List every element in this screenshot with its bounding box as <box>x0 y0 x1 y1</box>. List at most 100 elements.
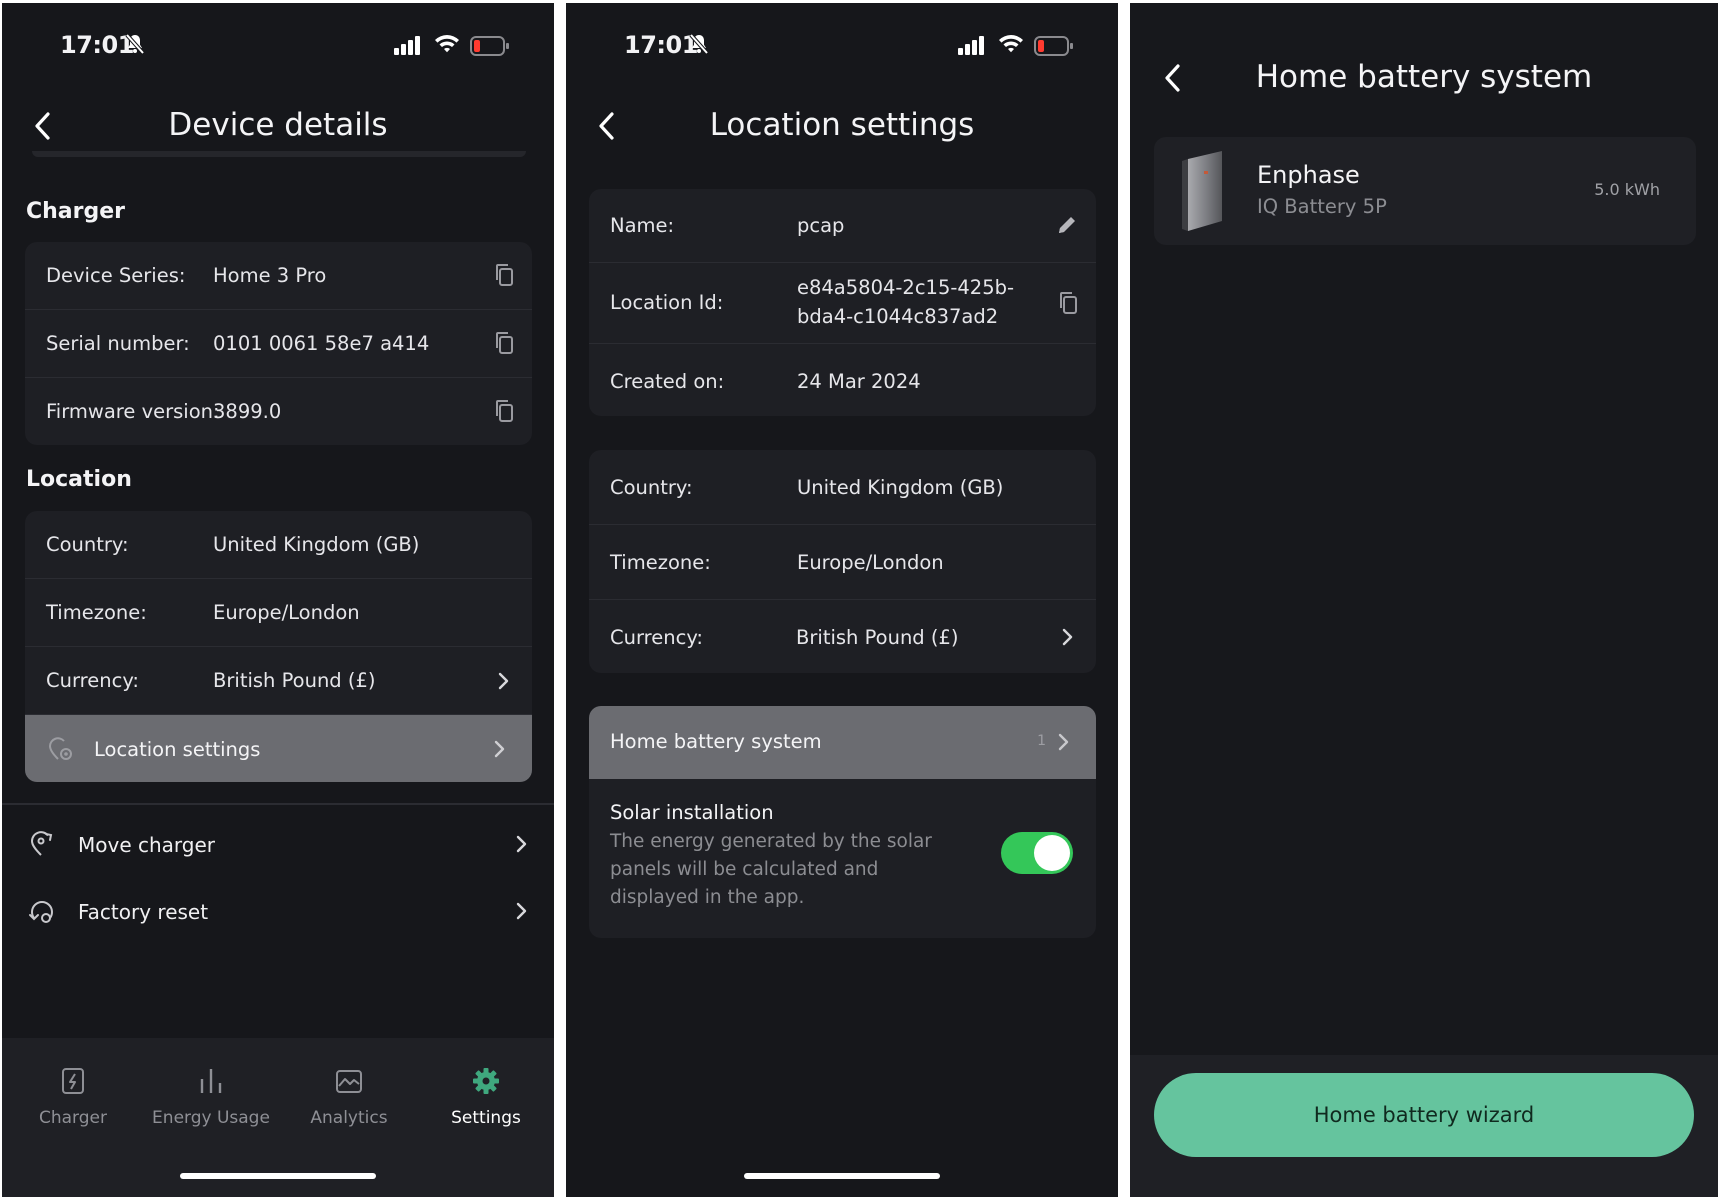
chevron-right-icon <box>1058 733 1069 751</box>
analytics-icon <box>336 1070 362 1093</box>
battery-brand: Enphase <box>1257 161 1360 189</box>
wifi-icon <box>999 35 1023 53</box>
row-value: United Kingdom (GB) <box>213 533 420 556</box>
tab-charger[interactable]: Charger <box>8 1066 138 1128</box>
timezone-row: Timezone: Europe/London <box>25 579 532 647</box>
chevron-right-icon <box>516 835 527 853</box>
row-label: Timezone: <box>46 601 147 624</box>
chevron-right-icon <box>498 672 509 690</box>
row-label: Currency: <box>46 669 140 692</box>
cellular-signal-icon <box>394 36 420 55</box>
page-title: Location settings <box>709 107 975 143</box>
row-label: Country: <box>610 476 693 499</box>
silent-bell-icon <box>125 33 145 55</box>
status-time: 17:01 <box>60 31 134 59</box>
charger-icon <box>62 1068 84 1094</box>
toggle-knob <box>1034 835 1070 871</box>
scrolled-card-edge <box>32 151 526 157</box>
tab-analytics[interactable]: Analytics <box>284 1066 414 1128</box>
serial-number-row: Serial number: 0101 0061 58e7 a414 <box>25 310 532 378</box>
battery-low-icon <box>470 36 509 56</box>
solar-installation-toggle[interactable] <box>1001 832 1073 874</box>
move-charger-row[interactable]: Move charger <box>2 809 554 879</box>
factory-reset-icon <box>29 901 53 923</box>
energy-card: Home battery system 1 Solar installation… <box>589 706 1096 938</box>
tab-settings[interactable]: Settings <box>421 1066 551 1128</box>
location-settings-icon <box>48 737 72 760</box>
battery-low-icon <box>1034 36 1073 56</box>
copy-icon[interactable] <box>494 399 514 423</box>
currency-row[interactable]: Currency: British Pound (£) <box>25 647 532 715</box>
location-id-line2: bda4-c1044c837ad2 <box>797 305 999 328</box>
copy-icon[interactable] <box>494 263 514 287</box>
row-value: United Kingdom (GB) <box>797 476 1004 499</box>
location-id-row: Location Id: e84a5804-2c15-425b- bda4-c1… <box>589 263 1096 344</box>
region-card: Country: United Kingdom (GB) Timezone: E… <box>589 450 1096 673</box>
battery-model: IQ Battery 5P <box>1257 195 1387 218</box>
bottom-bar: Home battery wizard <box>1130 1055 1718 1197</box>
name-row: Name: pcap <box>589 189 1096 263</box>
row-value: Home 3 Pro <box>213 264 327 287</box>
row-label: Device Series: <box>46 264 186 287</box>
tab-label: Energy Usage <box>152 1108 270 1128</box>
home-battery-system-row[interactable]: Home battery system 1 <box>589 706 1096 779</box>
battery-device-image <box>1182 151 1222 231</box>
row-value: British Pound (£) <box>213 669 376 692</box>
nav-bar: Device details <box>2 95 554 155</box>
chevron-right-icon <box>1062 628 1073 646</box>
chevron-right-icon <box>516 902 527 920</box>
copy-icon[interactable] <box>1058 291 1078 315</box>
country-row: Country: United Kingdom (GB) <box>25 511 532 579</box>
row-value: 3899.0 <box>213 400 282 423</box>
home-battery-count: 1 <box>1037 733 1046 749</box>
factory-reset-label: Factory reset <box>78 900 209 924</box>
move-charger-icon <box>30 831 53 856</box>
charger-info-card: Device Series: Home 3 Pro Serial number:… <box>25 242 532 445</box>
cellular-signal-icon <box>958 36 984 55</box>
energy-usage-icon <box>200 1069 222 1093</box>
battery-card[interactable]: Enphase IQ Battery 5P 5.0 kWh <box>1154 137 1696 245</box>
page-title: Device details <box>168 107 388 143</box>
tab-label: Charger <box>39 1108 107 1128</box>
country-row: Country: United Kingdom (GB) <box>589 450 1096 525</box>
move-charger-label: Move charger <box>78 833 216 857</box>
row-label: Location Id: <box>610 291 724 314</box>
wifi-icon <box>435 35 459 53</box>
nav-bar: Location settings <box>566 95 1118 155</box>
silent-bell-icon <box>689 33 709 55</box>
location-info-card: Name: pcap Location Id: e84a5804-2c15-42… <box>589 189 1096 416</box>
currency-row[interactable]: Currency: British Pound (£) <box>589 600 1096 673</box>
settings-gear-icon <box>473 1068 499 1094</box>
location-id-line1: e84a5804-2c15-425b- <box>797 276 1015 299</box>
device-series-row: Device Series: Home 3 Pro <box>25 242 532 310</box>
home-indicator <box>180 1173 376 1179</box>
tab-bar: Charger Energy Usage Analytics Settings <box>2 1038 554 1197</box>
copy-icon[interactable] <box>494 331 514 355</box>
row-value: 0101 0061 58e7 a414 <box>213 332 430 355</box>
status-time: 17:01 <box>624 31 698 59</box>
chevron-right-icon <box>494 740 505 758</box>
row-label: Timezone: <box>610 551 711 574</box>
home-battery-wizard-button[interactable]: Home battery wizard <box>1154 1073 1694 1157</box>
tab-energy-usage[interactable]: Energy Usage <box>146 1066 276 1128</box>
battery-capacity: 5.0 kWh <box>1594 180 1660 199</box>
page-title: Home battery system <box>1255 59 1593 95</box>
home-battery-label: Home battery system <box>610 730 822 753</box>
tab-label: Settings <box>451 1108 521 1128</box>
row-label: Serial number: <box>46 332 190 355</box>
row-value: 24 Mar 2024 <box>797 370 921 393</box>
location-settings-button[interactable]: Location settings <box>25 715 532 782</box>
solar-desc-line1: The energy generated by the solar <box>610 831 932 852</box>
row-value: Europe/London <box>797 551 944 574</box>
charger-section-title: Charger <box>26 199 126 224</box>
timezone-row: Timezone: Europe/London <box>589 525 1096 600</box>
edit-pencil-icon[interactable] <box>1056 214 1078 236</box>
location-settings-label: Location settings <box>94 738 261 761</box>
row-value: Europe/London <box>213 601 360 624</box>
row-label: Firmware version: <box>46 400 220 423</box>
solar-desc-line2: panels will be calculated and <box>610 859 879 880</box>
firmware-version-row: Firmware version: 3899.0 <box>25 378 532 445</box>
factory-reset-row[interactable]: Factory reset <box>2 876 554 946</box>
row-value: pcap <box>797 214 845 237</box>
solar-desc-line3: displayed in the app. <box>610 887 805 908</box>
